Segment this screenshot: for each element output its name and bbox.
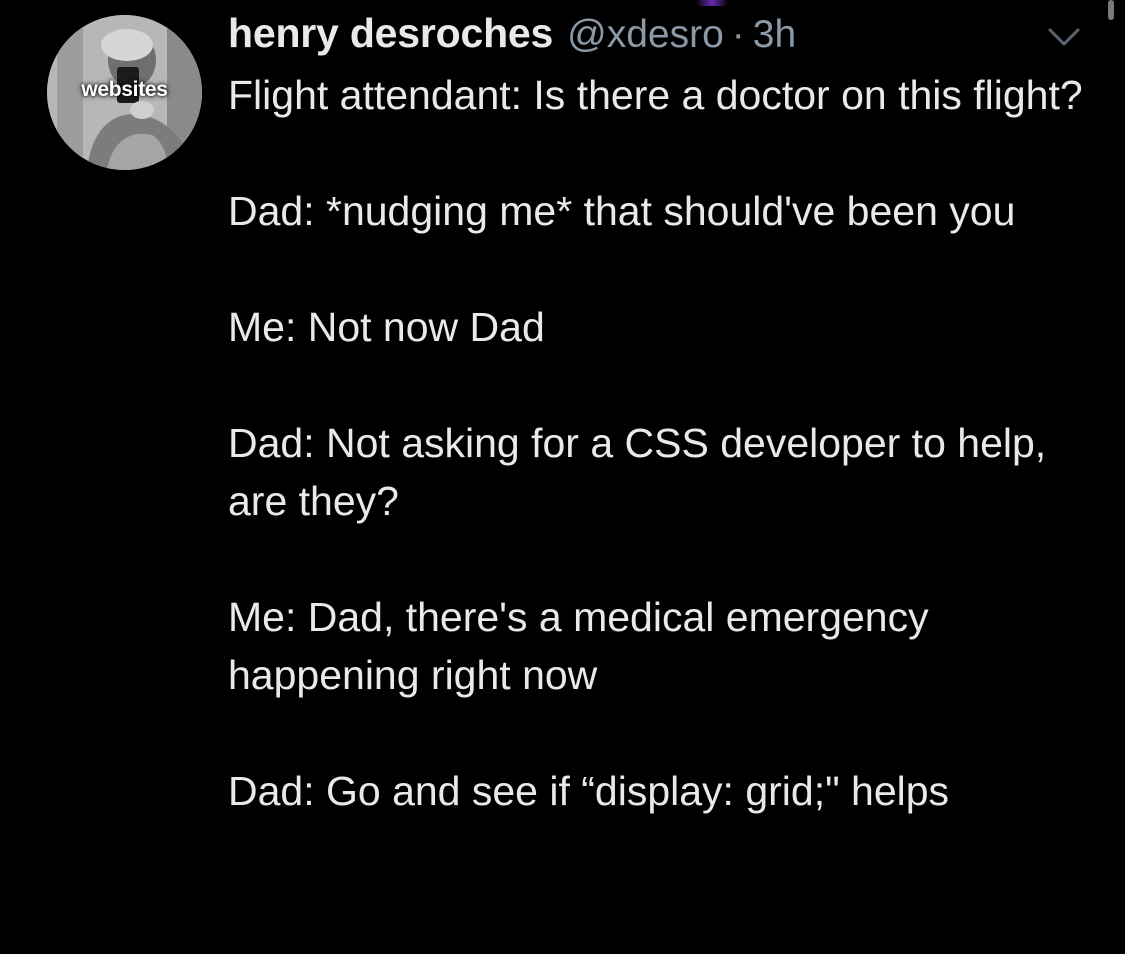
tweet-text: Flight attendant: Is there a doctor on t… [228,66,1108,820]
tweet-paragraph: Dad: Not asking for a CSS developer to h… [228,420,1047,524]
top-accent-glow [695,0,729,6]
tweet-paragraph: Me: Dad, there's a medical emergency hap… [228,594,929,698]
display-name[interactable]: henry desroches [228,10,553,57]
tweet[interactable]: websites henry desroches @xdesro · 3h Fl… [0,0,1125,954]
avatar[interactable]: websites [47,15,202,170]
user-handle[interactable]: @xdesro [567,13,724,57]
timestamp[interactable]: 3h [753,13,796,57]
separator-dot: · [731,13,745,56]
scrollbar[interactable] [1108,0,1114,20]
chevron-down-icon[interactable] [1044,22,1084,52]
tweet-paragraph: Dad: *nudging me* that should've been yo… [228,188,1016,234]
tweet-paragraph: Flight attendant: Is there a doctor on t… [228,72,1083,118]
tweet-paragraph: Me: Not now Dad [228,304,545,350]
tweet-header: henry desroches @xdesro · 3h [228,10,796,58]
avatar-caption: websites [81,78,168,101]
tweet-paragraph: Dad: Go and see if “display: grid;" help… [228,768,950,814]
